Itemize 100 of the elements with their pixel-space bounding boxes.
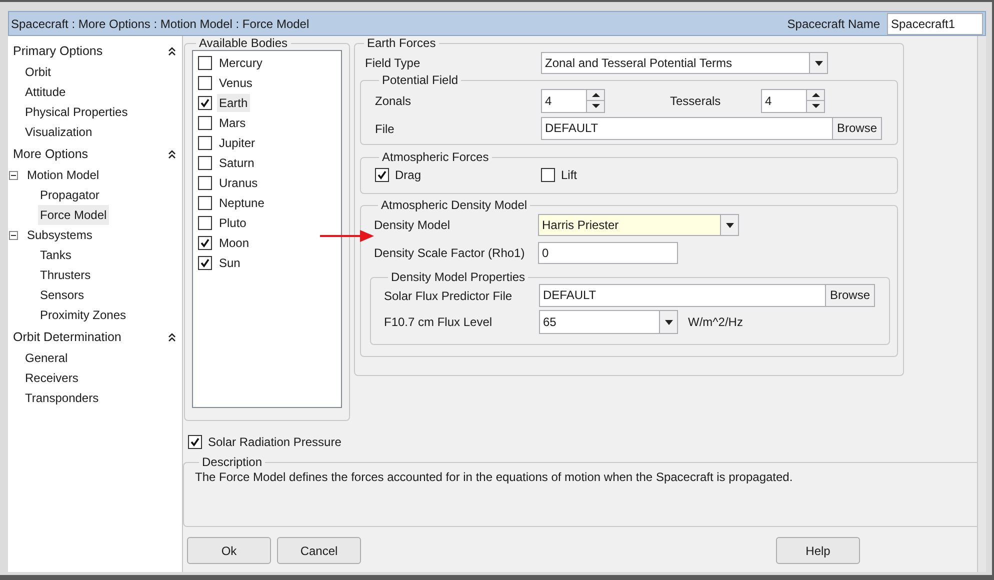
- field-label: Field Type: [365, 55, 422, 72]
- unit-label: W/m^2/Hz: [688, 314, 743, 331]
- list-item[interactable]: Saturn: [217, 154, 256, 172]
- sidebar-item[interactable]: Physical Properties: [23, 102, 130, 122]
- dropdown-button[interactable]: [720, 215, 738, 235]
- list-item[interactable]: Mercury: [217, 54, 264, 72]
- checkbox[interactable]: [541, 168, 555, 182]
- list-item[interactable]: Mars: [217, 114, 248, 132]
- checkbox[interactable]: [375, 168, 389, 182]
- dropdown[interactable]: Zonal and Tesseral Potential Terms: [541, 52, 828, 74]
- checkbox[interactable]: [198, 116, 212, 130]
- file-field[interactable]: DEFAULT Browse: [539, 284, 875, 307]
- browse-button[interactable]: Browse: [824, 285, 874, 306]
- file-path: DEFAULT: [542, 287, 598, 304]
- list-item[interactable]: Sun: [217, 254, 242, 272]
- sidebar-item[interactable]: Attitude: [23, 82, 68, 102]
- dropdown[interactable]: Harris Priester: [538, 214, 739, 236]
- spin-up-button[interactable]: [587, 90, 604, 101]
- checkbox-label: Drag: [395, 167, 422, 184]
- spin-value: 4: [544, 92, 553, 110]
- field-label: File: [375, 120, 396, 138]
- checkbox[interactable]: [198, 156, 212, 170]
- group-title: Atmospheric Density Model: [380, 198, 528, 212]
- group-title: Earth Forces: [366, 36, 437, 50]
- spin-down-button[interactable]: [807, 101, 824, 112]
- checkbox[interactable]: [198, 96, 212, 110]
- spin-down-button[interactable]: [587, 101, 604, 112]
- dropdown-button[interactable]: [659, 311, 677, 333]
- field-label: Density Scale Factor (Rho1): [374, 245, 526, 262]
- sidebar-item[interactable]: Tanks: [38, 245, 74, 265]
- checkbox[interactable]: [198, 136, 212, 150]
- caret-icon: [726, 222, 734, 228]
- sidebar-item[interactable]: Motion Model: [25, 165, 102, 185]
- section-header[interactable]: Primary Options: [13, 42, 168, 61]
- checkbox[interactable]: [198, 76, 212, 90]
- input-field[interactable]: 0: [538, 242, 678, 264]
- list-item[interactable]: Jupiter: [217, 134, 258, 152]
- dialog-button[interactable]: Ok: [187, 537, 271, 564]
- down-arrow-icon: [592, 104, 600, 108]
- caret-icon: [664, 320, 672, 324]
- group-title: Density Model Properties: [390, 270, 526, 284]
- sidebar-item[interactable]: Subsystems: [25, 225, 94, 245]
- section-header[interactable]: More Options: [13, 145, 168, 164]
- caret-icon: [814, 60, 822, 66]
- field-label: Zonals: [375, 92, 412, 110]
- browse-button[interactable]: Browse: [832, 118, 881, 139]
- list-item[interactable]: Neptune: [217, 194, 266, 212]
- spin-value: 4: [764, 92, 773, 110]
- dialog-button[interactable]: Help: [776, 537, 860, 564]
- sidebar-item[interactable]: Force Model: [38, 205, 109, 225]
- group-title: Potential Field: [381, 73, 460, 87]
- list-item[interactable]: Pluto: [217, 214, 248, 232]
- checkbox[interactable]: [198, 216, 212, 230]
- checkbox[interactable]: [198, 56, 212, 70]
- checkbox[interactable]: [198, 256, 212, 270]
- sidebar-item[interactable]: Propagator: [38, 185, 102, 205]
- up-arrow-icon: [812, 92, 820, 97]
- dropdown-value: Zonal and Tesseral Potential Terms: [544, 55, 733, 72]
- group-title: Atmospheric Forces: [381, 150, 490, 164]
- list-item[interactable]: Moon: [217, 234, 252, 252]
- dropdown-value: Harris Priester: [541, 217, 620, 234]
- sidebar-item[interactable]: Thrusters: [38, 265, 93, 285]
- dropdown[interactable]: 65: [539, 310, 678, 334]
- annotation-arrow: [320, 230, 374, 242]
- dropdown-button[interactable]: [809, 53, 827, 73]
- checkbox[interactable]: [198, 236, 212, 250]
- section-header[interactable]: Orbit Determination: [13, 328, 168, 347]
- checkbox[interactable]: [188, 435, 202, 449]
- field-label: F10.7 cm Flux Level: [384, 314, 494, 331]
- list-item[interactable]: Earth: [217, 94, 250, 112]
- spin-up-button[interactable]: [807, 90, 824, 101]
- field-label: Spacecraft Name: [787, 16, 880, 32]
- sidebar-item[interactable]: Transponders: [23, 388, 101, 408]
- dropdown-value: 65: [542, 314, 558, 331]
- group-title: Description: [201, 455, 264, 469]
- sidebar-item[interactable]: Receivers: [23, 368, 80, 388]
- spin-box[interactable]: 4: [761, 88, 825, 112]
- field-label: Solar Flux Predictor File: [384, 288, 514, 304]
- checkbox[interactable]: [198, 196, 212, 210]
- list-item[interactable]: Venus: [217, 74, 254, 92]
- file-path: DEFAULT: [544, 120, 600, 137]
- sidebar-item[interactable]: General: [23, 348, 70, 368]
- down-arrow-icon: [812, 104, 820, 108]
- sidebar-item[interactable]: Visualization: [23, 122, 94, 142]
- description-text: The Force Model defines the forces accounted for in the equations of motion when the Spacecraft is propagated.: [195, 469, 794, 485]
- spin-box[interactable]: 4: [541, 88, 605, 112]
- sidebar-item[interactable]: Orbit: [23, 62, 54, 82]
- window-title: Spacecraft : More Options : Motion Model : Force Model: [11, 16, 310, 32]
- file-field[interactable]: DEFAULT Browse: [541, 117, 882, 140]
- dialog-button[interactable]: Cancel: [277, 537, 361, 564]
- sidebar-item[interactable]: Proximity Zones: [38, 305, 128, 325]
- checkbox[interactable]: [198, 176, 212, 190]
- list-item[interactable]: Uranus: [217, 174, 260, 192]
- group-title: Available Bodies: [198, 36, 289, 50]
- up-arrow-icon: [592, 92, 600, 97]
- field-label: Density Model: [374, 217, 452, 234]
- checkbox-label: Lift: [561, 167, 578, 184]
- sidebar-item[interactable]: Sensors: [38, 285, 86, 305]
- name-field[interactable]: Spacecraft1: [887, 12, 983, 34]
- field-label: Tesserals: [670, 92, 722, 110]
